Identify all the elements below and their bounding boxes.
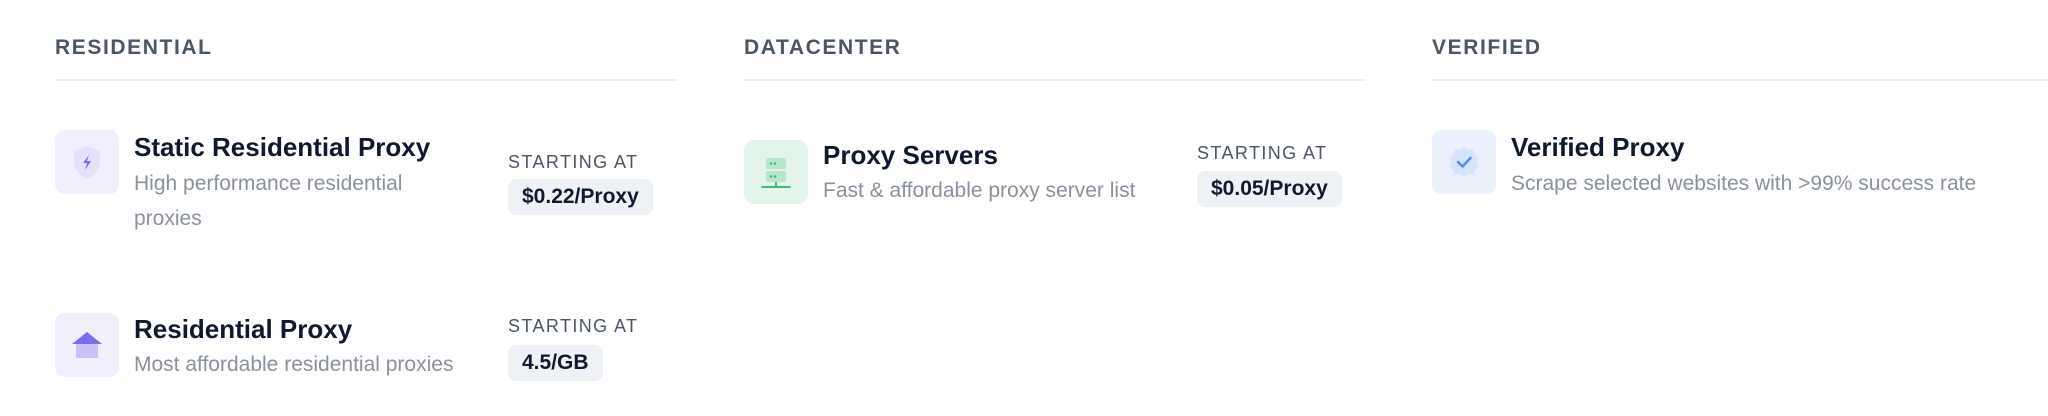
section-title-datacenter: DATACENTER — [744, 36, 902, 59]
product-name: Residential Proxy — [134, 314, 353, 344]
price-badge: $0.22/Proxy — [508, 179, 653, 215]
product-name: Proxy Servers — [823, 140, 998, 170]
verified-section: VERIFIED Verified Proxy Scrape selected … — [1432, 0, 2048, 416]
product-description: Fast & affordable proxy server list — [823, 179, 1136, 202]
section-divider — [744, 79, 1366, 81]
price-badge: $0.05/Proxy — [1197, 171, 1342, 207]
section-title-verified: VERIFIED — [1432, 36, 1542, 59]
product-verified-proxy[interactable]: Verified Proxy Scrape selected websites … — [1432, 130, 2048, 240]
product-description: Scrape selected websites with >99% succe… — [1511, 172, 1977, 195]
product-residential-proxy[interactable]: Residential Proxy Most affordable reside… — [55, 313, 677, 416]
datacenter-section: DATACENTER Proxy Servers Fast & affordab… — [744, 0, 1366, 416]
price-badge: 4.5/GB — [508, 345, 603, 381]
shield-bolt-icon — [55, 130, 119, 194]
section-title-residential: RESIDENTIAL — [55, 36, 213, 59]
starting-at-label: STARTING AT — [1197, 143, 1328, 163]
product-static-residential-proxy[interactable]: Static Residential Proxy High performanc… — [55, 130, 677, 240]
starting-at-label: STARTING AT — [508, 316, 639, 336]
section-divider — [1432, 79, 2048, 81]
residential-section: RESIDENTIAL Static Residential Proxy Hig… — [55, 0, 677, 416]
home-icon — [55, 313, 119, 377]
product-description: Most affordable residential proxies — [134, 353, 454, 376]
product-name: Verified Proxy — [1511, 132, 1685, 162]
product-proxy-servers[interactable]: Proxy Servers Fast & affordable proxy se… — [744, 139, 1366, 249]
server-icon — [744, 140, 808, 204]
starting-at-label: STARTING AT — [508, 152, 639, 172]
section-divider — [55, 79, 677, 81]
verified-badge-icon — [1432, 130, 1496, 194]
product-name: Static Residential Proxy — [134, 132, 431, 162]
product-description: High performance residential proxies — [134, 172, 403, 230]
